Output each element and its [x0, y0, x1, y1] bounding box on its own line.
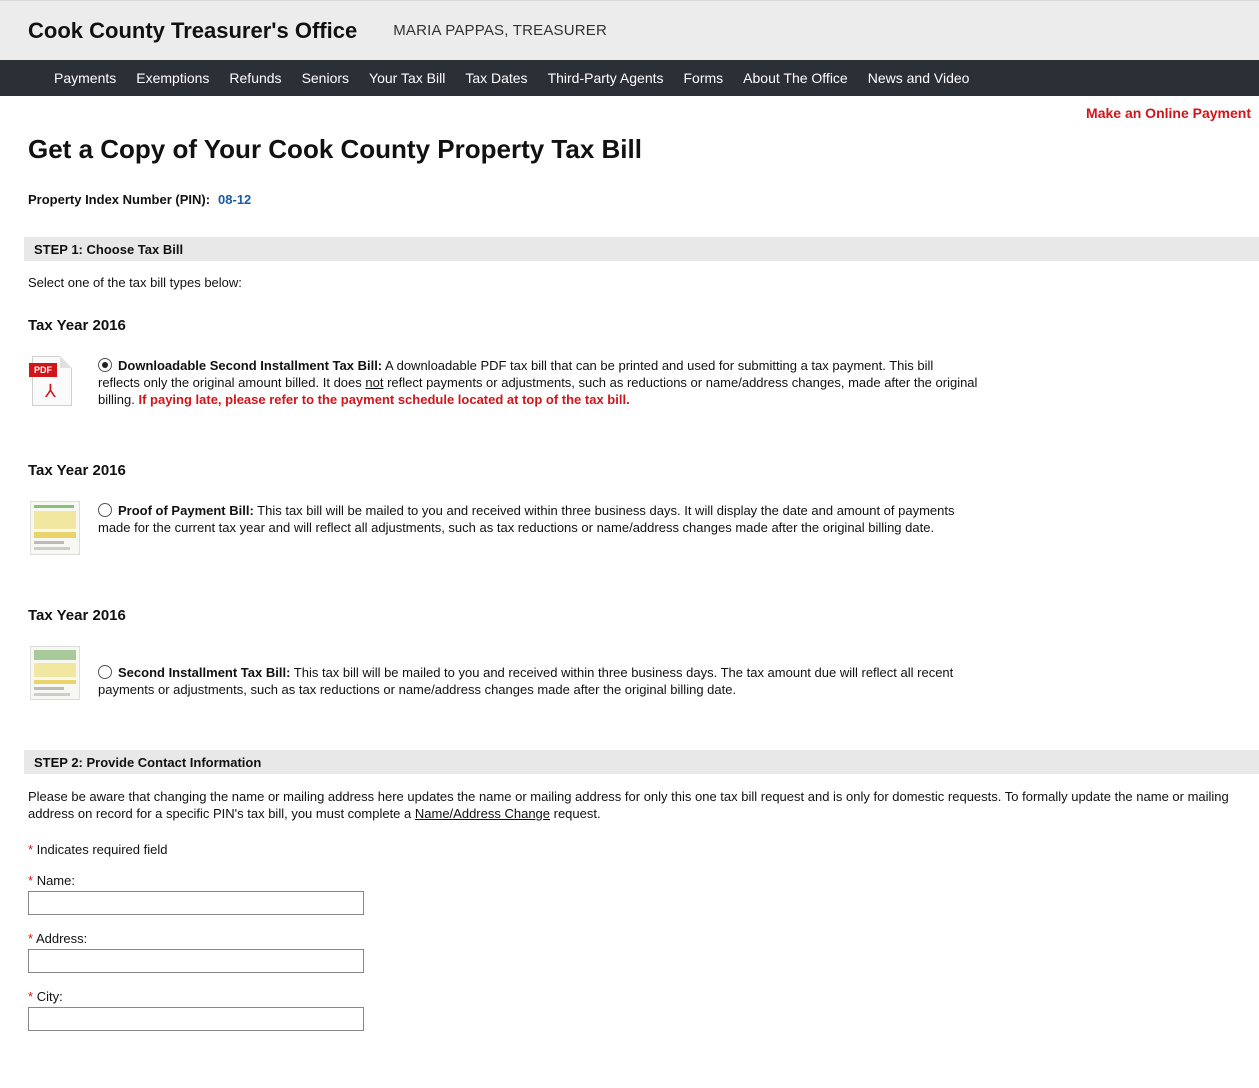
page-title: Get a Copy of Your Cook County Property … [28, 134, 642, 164]
bill-thumbnail-icon [28, 644, 84, 700]
radio-downloadable-bill[interactable] [98, 358, 112, 372]
name-field-label: * Name: [28, 873, 1259, 888]
tax-year-heading: Tax Year 2016 [28, 462, 126, 479]
name-input[interactable] [28, 891, 364, 915]
address-input[interactable] [28, 949, 364, 973]
option-title: Second Installment Tax Bill: [118, 665, 291, 680]
nav-item-payments[interactable]: Payments [44, 70, 126, 86]
tax-year-heading: Tax Year 2016 [28, 317, 126, 334]
name-label-text: Name: [36, 873, 75, 888]
pin-label: Property Index Number (PIN): [28, 192, 211, 207]
step2-header: STEP 2: Provide Contact Information [24, 750, 1259, 774]
site-subtitle: MARIA PAPPAS, TREASURER [393, 22, 608, 39]
step1-header: STEP 1: Choose Tax Bill [24, 237, 1259, 261]
online-payment-link[interactable]: Make an Online Payment [1086, 105, 1251, 121]
bill-option-proof-of-payment: Proof of Payment Bill: This tax bill wil… [28, 499, 1259, 555]
pin-value: 08-12 [218, 192, 252, 207]
main-content: Get a Copy of Your Cook County Property … [0, 134, 1259, 1031]
option-title: Proof of Payment Bill: [118, 503, 254, 518]
nav-item-seniors[interactable]: Seniors [292, 70, 359, 86]
required-field-note: * Indicates required field [28, 842, 1259, 857]
notice-text: Please be aware that changing the name o… [28, 789, 1229, 821]
option-title: Downloadable Second Installment Tax Bill… [118, 358, 383, 373]
pin-row: Property Index Number (PIN): 08-12 [28, 192, 1259, 207]
tax-year-heading: Tax Year 2016 [28, 607, 126, 624]
option-description: Downloadable Second Installment Tax Bill… [98, 354, 978, 410]
bill-thumbnail-icon [28, 499, 84, 555]
nav-item-third-party-agents[interactable]: Third-Party Agents [538, 70, 674, 86]
nav-item-your-tax-bill[interactable]: Your Tax Bill [359, 70, 455, 86]
nav-item-about[interactable]: About The Office [733, 70, 858, 86]
name-address-change-link[interactable]: Name/Address Change [415, 806, 550, 821]
nav-item-refunds[interactable]: Refunds [219, 70, 291, 86]
pay-link-row: Make an Online Payment [0, 96, 1259, 122]
required-marker: * [28, 931, 34, 946]
required-marker: * [28, 989, 34, 1004]
city-field-label: * City: [28, 989, 1259, 1004]
step2-notice: Please be aware that changing the name o… [28, 788, 1243, 822]
nav-item-news-video[interactable]: News and Video [858, 70, 980, 86]
nav-item-tax-dates[interactable]: Tax Dates [455, 70, 537, 86]
required-marker: * [28, 873, 34, 888]
address-label-text: Address: [35, 931, 88, 946]
option-desc-not: not [365, 375, 384, 390]
step1-instructions: Select one of the tax bill types below: [28, 275, 242, 290]
site-header: Cook County Treasurer's Office MARIA PAP… [0, 0, 1259, 60]
main-nav: Payments Exemptions Refunds Seniors Your… [0, 60, 1259, 96]
bill-option-downloadable: PDF ⅄ Downloadable Second Installment Ta… [28, 354, 1259, 410]
city-input[interactable] [28, 1007, 364, 1031]
required-note-text: Indicates required field [33, 842, 168, 857]
bill-option-second-installment: Second Installment Tax Bill: This tax bi… [28, 644, 1259, 700]
pdf-icon: PDF ⅄ [28, 354, 84, 410]
nav-item-exemptions[interactable]: Exemptions [126, 70, 219, 86]
city-label-text: City: [36, 989, 63, 1004]
radio-second-installment[interactable] [98, 665, 112, 679]
nav-item-forms[interactable]: Forms [674, 70, 734, 86]
notice-text: request. [550, 806, 601, 821]
option-description: Second Installment Tax Bill: This tax bi… [98, 644, 978, 700]
radio-proof-of-payment[interactable] [98, 503, 112, 517]
address-field-label: * Address: [28, 931, 1259, 946]
late-payment-note: If paying late, please refer to the paym… [138, 392, 630, 407]
site-title[interactable]: Cook County Treasurer's Office [28, 18, 357, 44]
option-description: Proof of Payment Bill: This tax bill wil… [98, 499, 978, 555]
